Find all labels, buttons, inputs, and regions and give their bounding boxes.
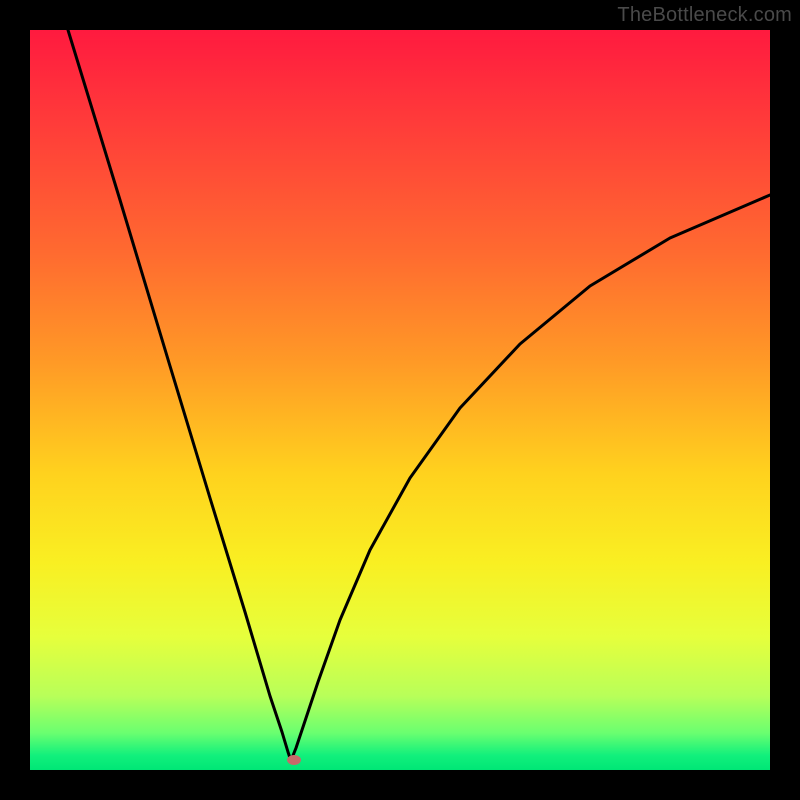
curve-svg bbox=[30, 30, 770, 770]
plot-area bbox=[30, 30, 770, 770]
bottleneck-curve bbox=[68, 30, 770, 758]
optimum-marker bbox=[287, 755, 301, 765]
chart-frame: TheBottleneck.com bbox=[0, 0, 800, 800]
attribution-text: TheBottleneck.com bbox=[617, 4, 792, 27]
